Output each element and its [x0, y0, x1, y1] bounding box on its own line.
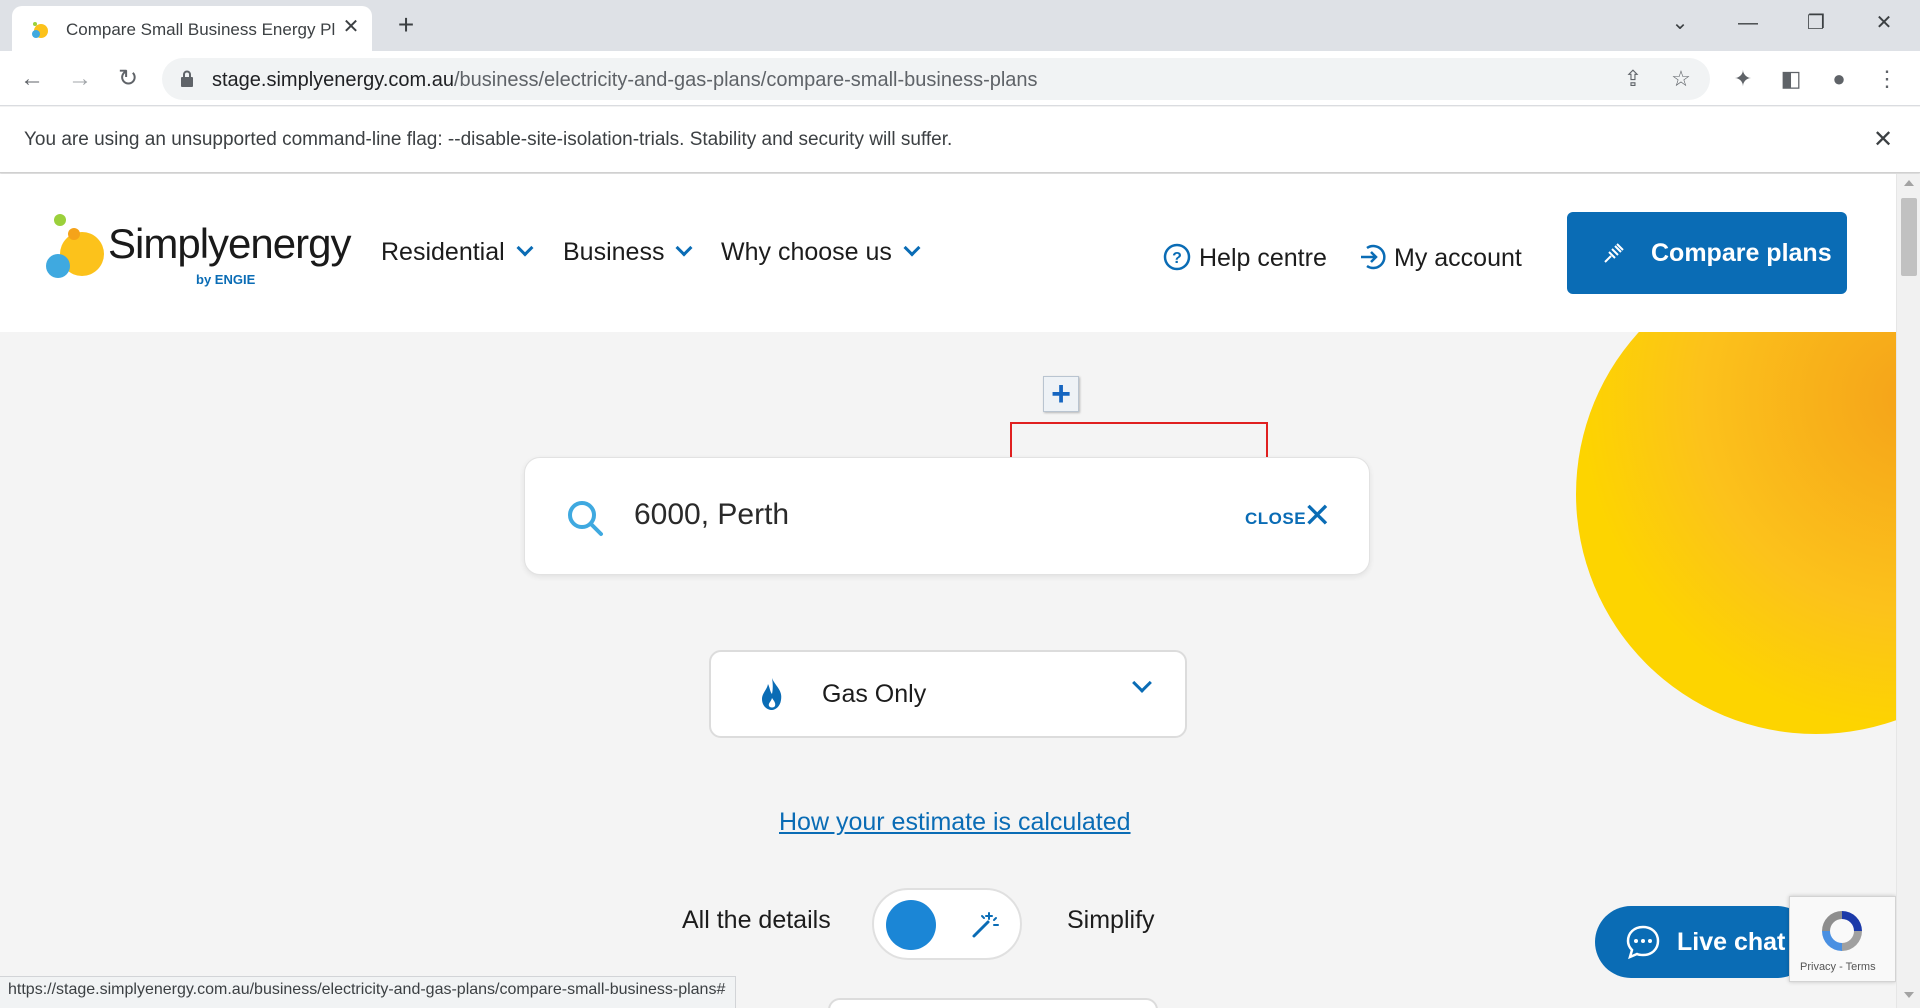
my-account-link[interactable]: My account	[1358, 238, 1522, 273]
estimate-calculation-link[interactable]: How your estimate is calculated	[779, 808, 1131, 837]
gas-flame-icon	[762, 678, 782, 710]
page-viewport: Simplyenergy by ENGIE Residential Busine…	[0, 174, 1896, 1008]
magic-wand-icon	[972, 912, 999, 938]
site-favicon-icon	[32, 22, 48, 38]
scrollbar-thumb[interactable]	[1901, 198, 1917, 276]
reload-icon[interactable]: ↻	[112, 63, 144, 95]
compare-plans-button[interactable]: Compare plans	[1567, 212, 1847, 294]
chevron-down-icon	[516, 239, 534, 257]
back-icon[interactable]: ←	[16, 63, 48, 95]
nav-why-choose-us-label: Why choose us	[721, 238, 892, 266]
view-mode-toggle[interactable]	[872, 888, 1022, 960]
live-chat-button[interactable]: Live chat	[1595, 906, 1813, 978]
logo-mark-icon	[46, 214, 104, 278]
close-icon[interactable]: ✕	[1303, 496, 1332, 536]
page-scrollbar[interactable]	[1896, 174, 1920, 1008]
link-status-bar: https://stage.simplyenergy.com.au/busine…	[0, 976, 737, 1008]
compare-plans-label: Compare plans	[1651, 239, 1832, 267]
logo-by-engie: by ENGIE	[196, 272, 256, 287]
recaptcha-badge[interactable]: Privacy - Terms	[1789, 896, 1896, 982]
tab-close-icon[interactable]: ✕	[338, 14, 364, 40]
help-question-icon: ?	[1163, 243, 1191, 271]
url-path: /business/electricity-and-gas-plans/comp…	[453, 69, 1038, 91]
tab-title: Compare Small Business Energy Plans	[66, 20, 336, 39]
infobar-message: You are using an unsupported command-lin…	[24, 129, 953, 150]
search-close-label[interactable]: CLOSE	[1245, 509, 1306, 529]
url-text: stage.simplyenergy.com.au/business/elect…	[212, 69, 1038, 92]
side-panel-icon[interactable]: ◧	[1776, 64, 1806, 94]
restore-icon[interactable]: ❐	[1796, 8, 1836, 38]
search-input[interactable]: 6000, Perth	[634, 498, 789, 532]
add-plus-icon[interactable]: +	[1043, 376, 1079, 412]
window-close-icon[interactable]: ✕	[1864, 8, 1904, 38]
new-tab-button[interactable]: +	[390, 10, 422, 42]
chat-bubble-icon	[1626, 925, 1660, 960]
toggle-label-all-details: All the details	[682, 906, 831, 934]
simply-energy-logo[interactable]: Simplyenergy by ENGIE	[44, 214, 351, 294]
nav-business-label: Business	[563, 238, 665, 266]
browser-tab[interactable]: Compare Small Business Energy Plans ✕	[12, 6, 372, 51]
bookmark-star-icon[interactable]: ☆	[1666, 64, 1696, 94]
next-field-card[interactable]	[828, 998, 1158, 1008]
nav-business[interactable]: Business	[563, 238, 693, 267]
nav-residential[interactable]: Residential	[381, 238, 534, 267]
fuel-type-select[interactable]: Gas Only	[709, 650, 1187, 738]
address-bar[interactable]: stage.simplyenergy.com.au/business/elect…	[162, 58, 1710, 100]
menu-kebab-icon[interactable]: ⋮	[1872, 64, 1902, 94]
browser-toolbar: ← → ↻ stage.simplyenergy.com.au/business…	[0, 51, 1920, 106]
profile-avatar-icon[interactable]: ●	[1824, 64, 1854, 94]
postcode-search-box[interactable]: 6000, Perth CLOSE ✕	[524, 457, 1370, 575]
share-icon[interactable]: ⇪	[1618, 64, 1648, 94]
help-centre-link[interactable]: ? Help centre	[1163, 238, 1327, 273]
my-account-label: My account	[1394, 244, 1522, 272]
chevron-down-icon	[903, 239, 921, 257]
toggle-label-simplify: Simplify	[1067, 906, 1155, 934]
chevron-down-icon	[675, 239, 693, 257]
scroll-down-arrow-icon[interactable]	[1904, 992, 1914, 998]
live-chat-label: Live chat	[1677, 928, 1786, 956]
warning-infobar: You are using an unsupported command-lin…	[0, 107, 1920, 173]
svg-text:?: ?	[1172, 250, 1182, 267]
url-host: stage.simplyenergy.com.au	[212, 69, 454, 91]
scroll-up-arrow-icon[interactable]	[1904, 180, 1914, 186]
browser-tab-strip: Compare Small Business Energy Plans ✕ + …	[0, 0, 1920, 51]
nav-residential-label: Residential	[381, 238, 505, 266]
recaptcha-links[interactable]: Privacy - Terms	[1800, 961, 1876, 973]
nav-why-choose-us[interactable]: Why choose us	[721, 238, 921, 267]
tab-search-icon[interactable]: ⌄	[1660, 8, 1700, 38]
forward-icon[interactable]: →	[64, 63, 96, 95]
toggle-knob[interactable]	[886, 900, 936, 950]
site-header: Simplyenergy by ENGIE Residential Busine…	[0, 174, 1896, 332]
help-centre-label: Help centre	[1199, 244, 1327, 272]
chevron-down-icon	[1132, 673, 1152, 693]
sign-in-arrow-icon	[1361, 244, 1386, 270]
logo-wordmark: Simplyenergy	[108, 220, 351, 267]
infobar-close-icon[interactable]: ✕	[1868, 125, 1898, 155]
recaptcha-logo-icon	[1822, 911, 1862, 951]
fuel-type-value: Gas Only	[822, 680, 927, 708]
search-icon	[568, 501, 603, 536]
minimize-icon[interactable]: —	[1728, 8, 1768, 38]
lock-icon	[181, 70, 193, 87]
extensions-icon[interactable]: ✦	[1728, 64, 1758, 94]
plug-icon	[1604, 243, 1624, 263]
